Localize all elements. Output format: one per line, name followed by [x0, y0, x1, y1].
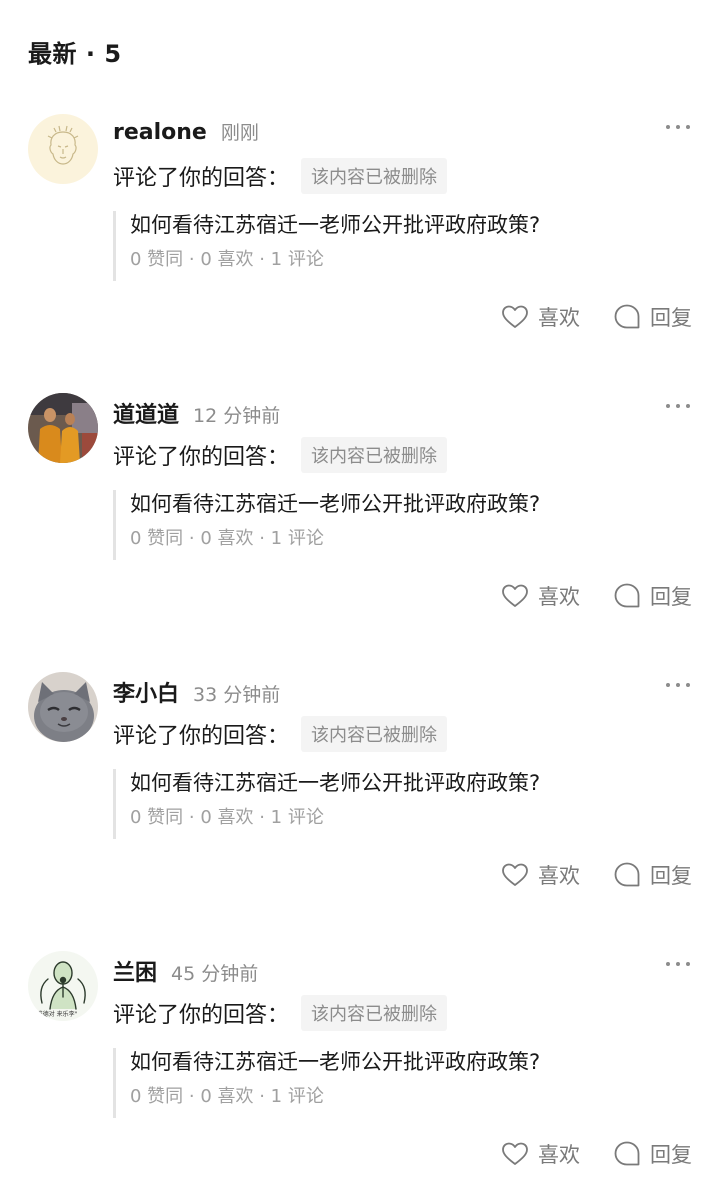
comment-actions: 喜欢 回复 — [500, 1139, 692, 1169]
more-options-button[interactable] — [666, 680, 690, 690]
speech-bubble-icon — [614, 583, 640, 608]
like-button[interactable]: 喜欢 — [500, 581, 580, 611]
like-button[interactable]: 喜欢 — [500, 1139, 580, 1169]
action-line: 评论了你的回答： 该内容已被删除 — [113, 716, 448, 752]
comment-item: "唯德对 来乐李" 兰困 45 分钟前 评论了你的回答： 该内容已被删除 如何看待… — [0, 951, 720, 1203]
deleted-content-badge: 该内容已被删除 — [301, 437, 448, 473]
more-options-button[interactable] — [666, 959, 690, 969]
user-name[interactable]: 兰困 — [113, 961, 157, 986]
comment-header: realone 刚刚 — [113, 118, 259, 145]
answer-stats: 0 赞同 · 0 喜欢 · 1 评论 — [130, 528, 324, 549]
action-line: 评论了你的回答： 该内容已被删除 — [113, 995, 448, 1031]
heart-icon — [502, 305, 528, 328]
answer-stats: 0 赞同 · 0 喜欢 · 1 评论 — [130, 807, 324, 828]
user-name[interactable]: 李小白 — [113, 682, 179, 707]
action-text: 评论了你的回答： — [113, 445, 290, 470]
speech-bubble-icon — [614, 304, 640, 329]
like-label: 喜欢 — [538, 585, 580, 609]
more-dots-icon — [666, 404, 670, 408]
action-text: 评论了你的回答： — [113, 166, 290, 191]
answer-stats: 0 赞同 · 0 喜欢 · 1 评论 — [130, 1086, 324, 1107]
reply-button[interactable]: 回复 — [612, 302, 692, 332]
user-name[interactable]: 道道道 — [113, 403, 179, 428]
timestamp: 45 分钟前 — [171, 963, 259, 985]
heart-icon — [502, 584, 528, 607]
like-button[interactable]: 喜欢 — [500, 860, 580, 890]
timestamp: 12 分钟前 — [193, 405, 281, 427]
action-text: 评论了你的回答： — [113, 1003, 290, 1028]
more-dots-icon — [666, 683, 670, 687]
more-options-button[interactable] — [666, 401, 690, 411]
avatar[interactable] — [28, 672, 98, 742]
deleted-content-badge: 该内容已被删除 — [301, 158, 448, 194]
comment-item: 李小白 33 分钟前 评论了你的回答： 该内容已被删除 如何看待江苏宿迁一老师公开… — [0, 672, 720, 951]
reply-button[interactable]: 回复 — [612, 860, 692, 890]
answer-stats: 0 赞同 · 0 喜欢 · 1 评论 — [130, 249, 324, 270]
comment-actions: 喜欢 回复 — [500, 581, 692, 611]
action-line: 评论了你的回答： 该内容已被删除 — [113, 437, 448, 473]
deleted-content-badge: 该内容已被删除 — [301, 995, 448, 1031]
user-name[interactable]: realone — [113, 120, 207, 145]
like-label: 喜欢 — [538, 864, 580, 888]
more-dots-icon — [666, 962, 670, 966]
section-title: 最新 · 5 — [28, 40, 122, 68]
comment-header: 李小白 33 分钟前 — [113, 676, 280, 708]
action-text: 评论了你的回答： — [113, 724, 290, 749]
deleted-content-badge: 该内容已被删除 — [301, 716, 448, 752]
question-title[interactable]: 如何看待江苏宿迁一老师公开批评政府政策? — [130, 1048, 673, 1076]
grey-cat-avatar — [28, 672, 98, 742]
more-dots-icon — [666, 125, 670, 129]
like-label: 喜欢 — [538, 306, 580, 330]
speech-bubble-icon — [614, 862, 640, 887]
timestamp: 33 分钟前 — [193, 684, 281, 706]
comment-item: realone 刚刚 评论了你的回答： 该内容已被删除 如何看待江苏宿迁一老师公开… — [0, 114, 720, 393]
avatar[interactable] — [28, 114, 98, 184]
quoted-answer[interactable]: 如何看待江苏宿迁一老师公开批评政府政策? 0 赞同 · 0 喜欢 · 1 评论 — [113, 490, 673, 560]
avatar-caption: "唯德对 来乐李" — [34, 1011, 78, 1018]
monks-photo-avatar — [28, 393, 98, 463]
like-label: 喜欢 — [538, 1143, 580, 1167]
reply-button[interactable]: 回复 — [612, 581, 692, 611]
question-title[interactable]: 如何看待江苏宿迁一老师公开批评政府政策? — [130, 769, 673, 797]
reply-label: 回复 — [650, 585, 692, 609]
speech-bubble-icon — [614, 1141, 640, 1166]
avatar[interactable] — [28, 393, 98, 463]
question-title[interactable]: 如何看待江苏宿迁一老师公开批评政府政策? — [130, 211, 673, 239]
reply-label: 回复 — [650, 864, 692, 888]
lion-sketch-avatar — [28, 114, 98, 184]
quoted-answer[interactable]: 如何看待江苏宿迁一老师公开批评政府政策? 0 赞同 · 0 喜欢 · 1 评论 — [113, 769, 673, 839]
quoted-answer[interactable]: 如何看待江苏宿迁一老师公开批评政府政策? 0 赞同 · 0 喜欢 · 1 评论 — [113, 211, 673, 281]
reply-button[interactable]: 回复 — [612, 1139, 692, 1169]
heart-icon — [502, 1142, 528, 1165]
comment-item: 道道道 12 分钟前 评论了你的回答： 该内容已被删除 如何看待江苏宿迁一老师公开… — [0, 393, 720, 672]
comment-actions: 喜欢 回复 — [500, 302, 692, 332]
reply-label: 回复 — [650, 1143, 692, 1167]
question-title[interactable]: 如何看待江苏宿迁一老师公开批评政府政策? — [130, 490, 673, 518]
comment-header: 道道道 12 分钟前 — [113, 397, 280, 429]
more-options-button[interactable] — [666, 122, 690, 132]
notifications-page: 最新 · 5 realone 刚刚 评论了你的回答： 该内容已被删除 如何看待江苏… — [0, 0, 720, 1203]
quoted-answer[interactable]: 如何看待江苏宿迁一老师公开批评政府政策? 0 赞同 · 0 喜欢 · 1 评论 — [113, 1048, 673, 1118]
action-line: 评论了你的回答： 该内容已被删除 — [113, 158, 448, 194]
timestamp: 刚刚 — [220, 122, 259, 144]
reply-label: 回复 — [650, 306, 692, 330]
comment-header: 兰困 45 分钟前 — [113, 955, 258, 987]
comment-actions: 喜欢 回复 — [500, 860, 692, 890]
avatar[interactable]: "唯德对 来乐李" — [28, 951, 98, 1021]
like-button[interactable]: 喜欢 — [500, 302, 580, 332]
heart-icon — [502, 863, 528, 886]
